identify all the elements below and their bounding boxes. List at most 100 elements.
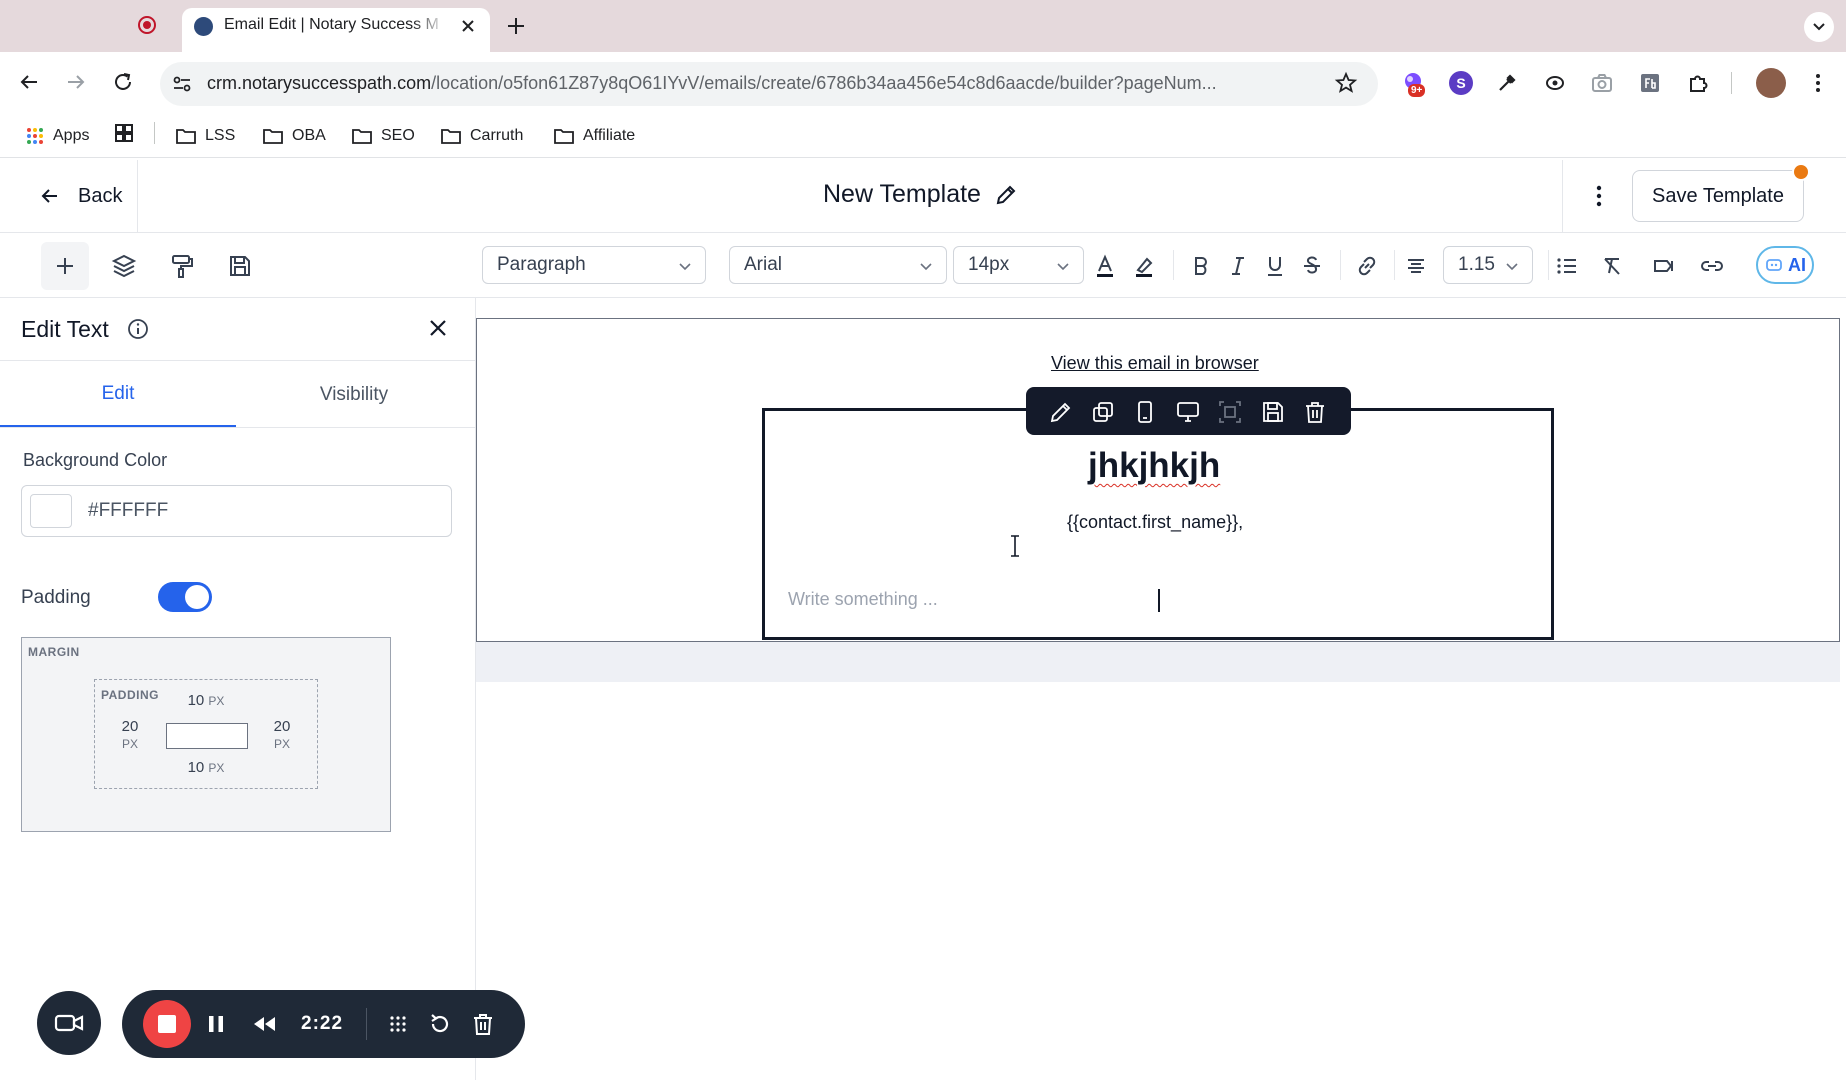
extension-s-icon[interactable]: S (1449, 71, 1473, 95)
merge-field-icon[interactable] (1651, 253, 1677, 279)
back-arrow-icon[interactable] (17, 70, 41, 94)
padding-left-number: 20 (121, 718, 139, 735)
save-block-icon[interactable] (1260, 399, 1286, 425)
bookmark-folder-carruth[interactable]: Carruth (440, 121, 523, 151)
close-panel-icon[interactable] (426, 316, 450, 340)
camera-toggle-button[interactable] (37, 991, 101, 1055)
camera-icon[interactable] (1589, 70, 1615, 96)
block-type-value: Paragraph (497, 254, 586, 275)
italic-icon[interactable] (1225, 253, 1251, 279)
merge-tag-text[interactable]: {{contact.first_name}}, (1067, 512, 1243, 533)
group-select-icon[interactable] (1217, 399, 1243, 425)
recording-timer: 2:22 (301, 1013, 344, 1034)
tabs-divider (0, 427, 476, 428)
tab-groups-icon[interactable] (113, 122, 135, 144)
save-block-button[interactable] (216, 242, 264, 290)
padding-toggle[interactable] (158, 582, 212, 612)
restart-icon[interactable] (427, 1011, 453, 1037)
line-height-select[interactable]: 1.15 (1443, 246, 1533, 284)
link-icon[interactable] (1354, 253, 1380, 279)
new-tab-icon[interactable] (505, 15, 527, 37)
bookmark-folder-seo[interactable]: SEO (351, 121, 415, 151)
browser-menu-icon[interactable] (1805, 70, 1831, 96)
block-type-select[interactable]: Paragraph (482, 246, 706, 284)
align-center-icon[interactable] (1403, 253, 1429, 279)
profile-avatar[interactable] (1756, 68, 1786, 98)
text-color-icon[interactable] (1092, 253, 1118, 279)
bookmark-folder-lss[interactable]: LSS (175, 121, 235, 151)
add-element-button[interactable] (41, 242, 89, 290)
unit-label: PX (208, 694, 225, 708)
text-cursor-icon (1011, 535, 1019, 557)
desktop-view-icon[interactable] (1175, 399, 1201, 425)
font-size-select[interactable]: 14px (953, 246, 1084, 284)
background-color-input[interactable] (88, 500, 428, 522)
chevron-down-icon (1057, 263, 1069, 271)
background-color-label: Background Color (23, 450, 168, 470)
tab-visibility[interactable]: Visibility (236, 362, 472, 428)
layers-icon (111, 254, 137, 278)
pencil-edit-icon[interactable] (993, 182, 1019, 208)
bold-icon[interactable] (1188, 253, 1214, 279)
bullet-list-icon[interactable] (1554, 253, 1580, 279)
pause-icon[interactable] (203, 1011, 229, 1037)
tab-search-button[interactable] (1804, 12, 1834, 42)
eyedropper-icon[interactable] (1494, 70, 1520, 96)
padding-bottom-value[interactable]: 10 PX (186, 759, 226, 776)
chevron-down-icon (1813, 23, 1825, 31)
bookmark-apps[interactable]: Apps (25, 121, 89, 151)
strikethrough-icon[interactable] (1299, 253, 1325, 279)
forward-arrow-icon[interactable] (64, 70, 88, 94)
line-height-value: 1.15 (1458, 254, 1495, 275)
bookmark-folder-affiliate[interactable]: Affiliate (553, 121, 635, 151)
info-icon[interactable] (127, 318, 149, 340)
stop-recording-button[interactable] (143, 1000, 191, 1048)
bookmark-label: Affiliate (583, 127, 636, 144)
folder-icon (352, 129, 372, 144)
rewind-icon[interactable] (251, 1011, 277, 1037)
url-text[interactable]: crm.notarysuccesspath.com/location/o5fon… (207, 73, 1317, 94)
more-options-icon[interactable] (1586, 181, 1612, 211)
padding-left-value[interactable]: 20 PX (114, 718, 146, 752)
highlight-color-icon[interactable] (1131, 253, 1157, 279)
styles-button[interactable] (158, 242, 206, 290)
delete-recording-icon[interactable] (470, 1011, 496, 1037)
floppy-disk-icon (230, 256, 250, 276)
extension-fb-icon[interactable] (1637, 70, 1663, 96)
tab-edit[interactable]: Edit (0, 362, 236, 428)
bookmark-star-icon[interactable] (1334, 71, 1358, 95)
extension-eye-icon[interactable] (1542, 70, 1568, 96)
close-tab-icon[interactable] (458, 16, 478, 36)
mobile-view-icon[interactable] (1132, 399, 1158, 425)
toolbar-divider (1394, 250, 1395, 280)
drag-handle-icon[interactable] (385, 1011, 411, 1037)
bookmark-folder-oba[interactable]: OBA (262, 121, 326, 151)
padding-right-value[interactable]: 20 PX (266, 718, 298, 752)
layers-button[interactable] (100, 242, 148, 290)
trigger-link-icon[interactable] (1699, 253, 1725, 279)
padding-box-label: PADDING (101, 688, 159, 702)
clear-formatting-icon[interactable] (1599, 253, 1625, 279)
ai-assist-button[interactable]: AI (1756, 246, 1814, 284)
duplicate-icon[interactable] (1090, 399, 1116, 425)
font-family-select[interactable]: Arial (729, 246, 947, 284)
email-heading[interactable]: jhkjhkjh (1088, 446, 1220, 486)
site-info-icon[interactable] (170, 72, 194, 96)
text-placeholder[interactable]: Write something ... (788, 589, 938, 610)
back-button[interactable]: Back (40, 178, 122, 214)
padding-top-value[interactable]: 10 PX (186, 692, 226, 709)
color-swatch[interactable] (30, 494, 72, 528)
bookmark-label: LSS (205, 127, 236, 144)
unit-label: PX (208, 761, 225, 775)
edit-pencil-icon[interactable] (1048, 399, 1074, 425)
underline-icon[interactable] (1262, 253, 1288, 279)
view-in-browser-link[interactable]: View this email in browser (1051, 353, 1259, 374)
toolbar-divider (1548, 250, 1549, 280)
extensions-puzzle-icon[interactable] (1685, 70, 1711, 96)
folder-icon (554, 129, 574, 144)
reload-icon[interactable] (111, 70, 135, 94)
save-template-button[interactable]: Save Template (1632, 170, 1804, 222)
chevron-down-icon (679, 263, 691, 271)
toolbar-divider (1173, 250, 1174, 280)
trash-icon[interactable] (1302, 399, 1328, 425)
